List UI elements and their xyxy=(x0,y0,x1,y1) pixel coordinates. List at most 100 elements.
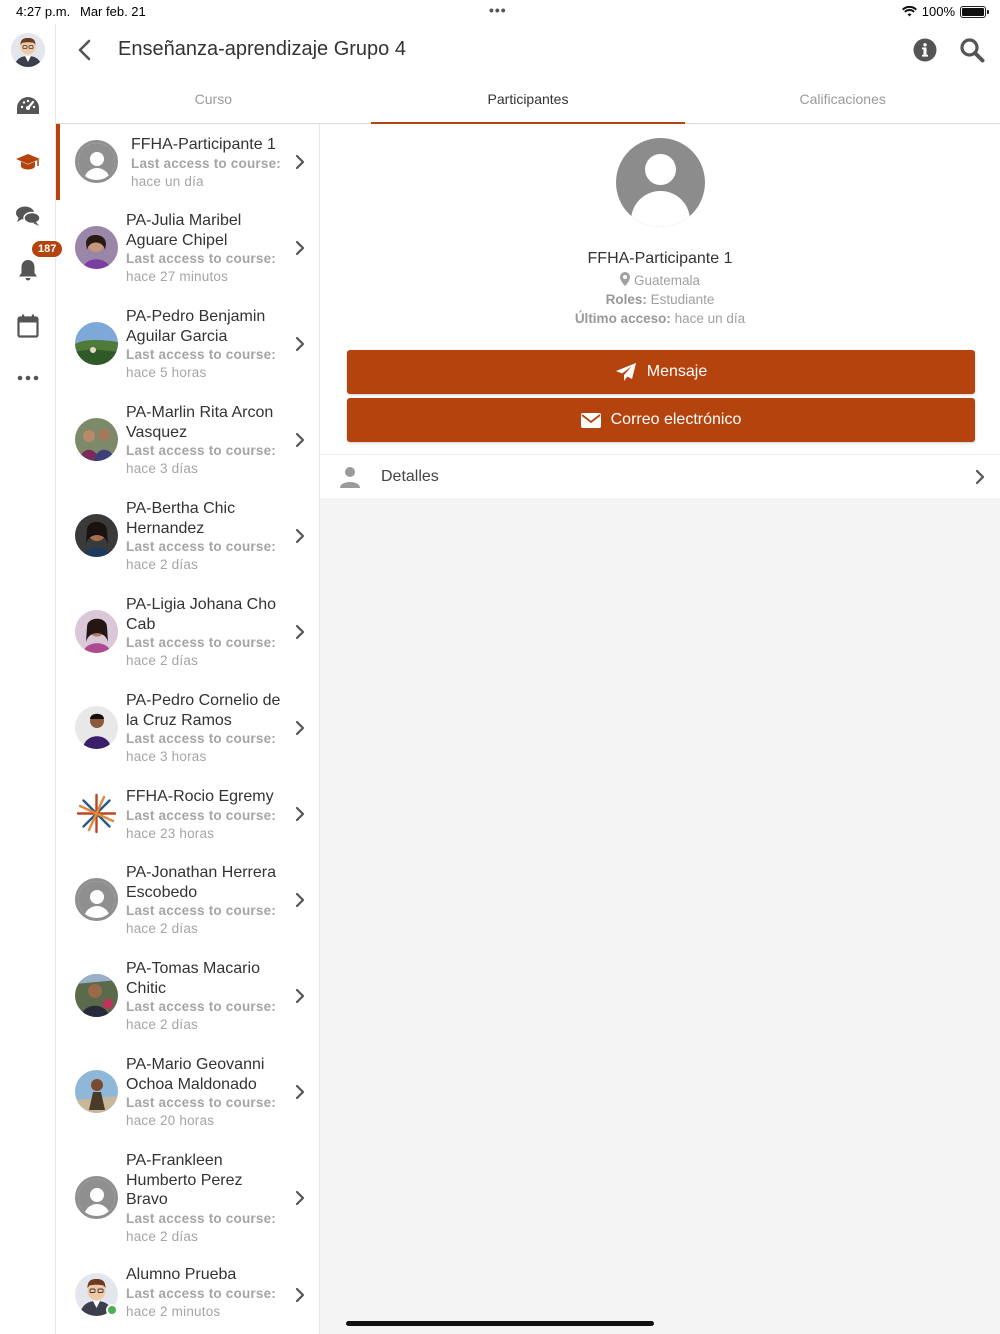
chevron-right-icon xyxy=(295,624,305,640)
wifi-icon xyxy=(901,6,917,17)
search-button[interactable] xyxy=(956,34,988,66)
last-access-label: Last access to course: xyxy=(131,155,281,171)
participant-name: PA-Bertha Chic Hernandez xyxy=(126,500,236,537)
paper-plane-icon xyxy=(615,363,636,381)
chevron-right-icon xyxy=(295,154,305,170)
chevron-right-icon xyxy=(295,432,305,448)
participant-name: PA-Mario Geovanni Ochoa Maldonado xyxy=(126,1056,265,1093)
notifications-button[interactable]: 187 xyxy=(8,240,64,290)
back-button[interactable] xyxy=(70,34,98,66)
list-item[interactable]: PA-Pedro Cornelio de la Cruz Ramos Last … xyxy=(56,680,319,776)
participant-avatar xyxy=(75,322,118,365)
last-access-label: Last access to course: xyxy=(126,999,276,1014)
status-bar: 4:27 p.m. Mar feb. 21 ••• 100% xyxy=(0,0,1000,24)
list-item[interactable]: PA-Julia Maribel Aguare Chipel Last acce… xyxy=(56,200,319,296)
last-access-label: Last access to course: xyxy=(126,807,276,823)
chevron-right-icon xyxy=(975,469,985,485)
search-icon xyxy=(960,38,985,63)
email-button[interactable]: Correo electrónico xyxy=(347,398,975,442)
list-item[interactable]: Alumno Prueba Last access to course: hac… xyxy=(56,1255,319,1334)
last-access-value: hace 2 minutos xyxy=(126,1303,221,1319)
last-access-value: hace 3 días xyxy=(126,461,199,476)
map-pin-icon xyxy=(619,272,630,286)
more-dots-icon xyxy=(17,375,39,381)
chevron-right-icon xyxy=(295,1084,305,1100)
profile-card: FFHA-Participante 1 Guatemala Roles: Est… xyxy=(320,124,1000,498)
last-access-value: hace 2 días xyxy=(126,1017,199,1032)
participant-info: FFHA-Rocio Egremy Last access to course:… xyxy=(126,787,286,843)
participant-info: PA-Marlin Rita Arcon Vasquez Last access… xyxy=(126,403,286,478)
calendar-button[interactable] xyxy=(8,306,48,346)
message-button[interactable]: Mensaje xyxy=(347,350,975,394)
last-access-label: Last access to course: xyxy=(126,251,276,266)
tab-participantes[interactable]: Participantes xyxy=(370,76,686,124)
list-item[interactable]: PA-Mario Geovanni Ochoa Maldonado Last a… xyxy=(56,1044,319,1140)
battery-percent: 100% xyxy=(921,4,955,19)
list-item[interactable]: PA-Marlin Rita Arcon Vasquez Last access… xyxy=(56,392,319,488)
user-avatar xyxy=(11,33,45,67)
participant-name: Alumno Prueba xyxy=(126,1266,237,1283)
chevron-right-icon xyxy=(295,806,305,822)
graduation-cap-icon xyxy=(16,154,40,170)
last-access-value: hace 23 horas xyxy=(126,825,215,841)
calendar-icon xyxy=(17,314,39,338)
tab-bar: Curso Participantes Calificaciones xyxy=(56,76,1000,124)
location-text: Guatemala xyxy=(633,273,701,288)
multitask-dots-icon[interactable]: ••• xyxy=(489,2,507,18)
email-button-label: Correo electrónico xyxy=(610,411,742,428)
participant-avatar xyxy=(75,706,118,749)
courses-button[interactable] xyxy=(8,142,48,182)
home-indicator[interactable] xyxy=(346,1321,654,1326)
messages-button[interactable] xyxy=(8,196,48,236)
chat-bubbles-icon xyxy=(16,206,41,226)
info-button[interactable] xyxy=(909,34,941,66)
status-date: Mar feb. 21 xyxy=(80,4,146,19)
details-label: Detalles xyxy=(381,468,439,485)
list-item[interactable]: PA-Tomas Macario Chitic Last access to c… xyxy=(56,948,319,1044)
last-access-value: hace 2 días xyxy=(126,921,199,936)
participant-name: PA-Tomas Macario Chitic xyxy=(126,960,260,997)
list-item[interactable]: PA-Bertha Chic Hernandez Last access to … xyxy=(56,488,319,584)
user-avatar-button[interactable] xyxy=(8,30,48,70)
last-access-label: Last access to course: xyxy=(126,1210,276,1226)
list-item[interactable]: PA-Ligia Johana Cho Cab Last access to c… xyxy=(56,584,319,680)
participant-name: PA-Julia Maribel Aguare Chipel xyxy=(126,212,242,249)
participant-info: PA-Mario Geovanni Ochoa Maldonado Last a… xyxy=(126,1055,286,1130)
chevron-right-icon xyxy=(295,720,305,736)
list-item[interactable]: PA-Jonathan Herrera Escobedo Last access… xyxy=(56,852,319,948)
last-access-value: hace 2 días xyxy=(126,557,199,572)
details-row[interactable]: Detalles xyxy=(320,454,1000,498)
participant-avatar xyxy=(75,878,118,921)
avatar-icon xyxy=(11,33,45,67)
list-item[interactable]: PA-Pedro Benjamin Aguilar Garcia Last ac… xyxy=(56,296,319,392)
chevron-right-icon xyxy=(295,528,305,544)
participant-name: PA-Frankleen Humberto Perez Bravo xyxy=(126,1152,243,1208)
last-access-value: hace 2 días xyxy=(126,653,199,668)
participant-avatar xyxy=(75,1070,118,1113)
chevron-right-icon xyxy=(295,336,305,352)
participants-list: FFHA-Participante 1 Last access to cours… xyxy=(56,124,320,1334)
more-button[interactable] xyxy=(8,358,48,398)
side-rail: 187 xyxy=(0,24,64,1334)
info-icon xyxy=(913,38,937,62)
participant-info: Alumno Prueba Last access to course: hac… xyxy=(126,1265,286,1321)
roles-label: Roles: xyxy=(605,292,647,307)
participant-info: PA-Jonathan Herrera Escobedo Last access… xyxy=(126,863,286,938)
list-item[interactable]: PA-Frankleen Humberto Perez Bravo Last a… xyxy=(56,1140,319,1255)
list-item[interactable]: FFHA-Rocio Egremy Last access to course:… xyxy=(56,776,319,852)
chevron-right-icon xyxy=(295,892,305,908)
participant-avatar xyxy=(75,1176,118,1219)
participant-avatar xyxy=(75,226,118,269)
dashboard-button[interactable] xyxy=(8,86,48,126)
tab-curso[interactable]: Curso xyxy=(56,76,371,123)
participant-info: PA-Julia Maribel Aguare Chipel Last acce… xyxy=(126,211,286,286)
tab-calificaciones[interactable]: Calificaciones xyxy=(685,76,1000,123)
list-item[interactable]: FFHA-Participante 1 Last access to cours… xyxy=(56,124,319,200)
participant-info: PA-Frankleen Humberto Perez Bravo Last a… xyxy=(126,1151,286,1246)
participant-info: PA-Tomas Macario Chitic Last access to c… xyxy=(126,959,286,1034)
participant-info: PA-Pedro Cornelio de la Cruz Ramos Last … xyxy=(126,691,286,766)
profile-name: FFHA-Participante 1 xyxy=(587,250,733,267)
participant-avatar xyxy=(75,1273,118,1321)
last-access-value: hace 2 días xyxy=(126,1228,199,1244)
message-button-label: Mensaje xyxy=(646,363,708,380)
